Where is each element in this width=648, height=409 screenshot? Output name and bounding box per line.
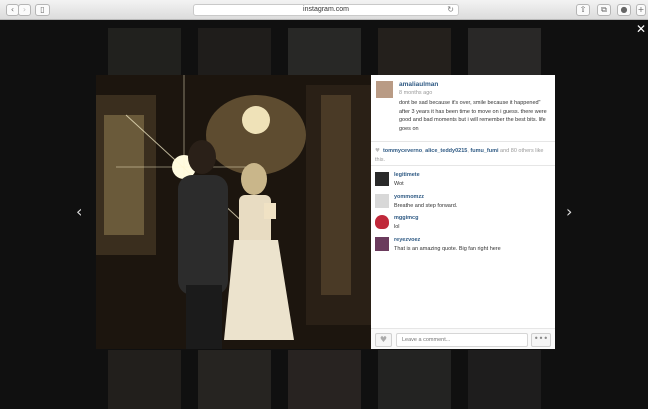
likes-and: and <box>498 148 511 154</box>
post-timestamp: 8 months ago <box>399 90 433 96</box>
comment-text: Wot <box>394 181 404 187</box>
comment-username[interactable]: mggimcg <box>394 215 418 221</box>
prev-arrow-icon[interactable]: ‹ <box>76 202 82 221</box>
like-button[interactable]: ♥ <box>375 333 392 347</box>
comment-item: legitimete Wot <box>375 172 553 196</box>
comment-text: Breathe and step forward. <box>394 203 458 209</box>
avatar[interactable] <box>376 81 393 98</box>
divider <box>371 165 555 166</box>
new-tab-icon[interactable]: + <box>636 4 646 16</box>
comment-bar: ♥ ••• <box>371 328 555 349</box>
liker-name[interactable]: alice_teddy0215 <box>425 148 467 154</box>
more-options-button[interactable]: ••• <box>531 333 551 347</box>
divider <box>371 141 555 142</box>
browser-toolbar: ‹ › ▯ instagram.com ↻ ⇧ ⧉ ● + <box>0 0 648 20</box>
address-bar[interactable]: instagram.com ↻ <box>193 4 459 16</box>
share-icon[interactable]: ⇧ <box>576 4 590 16</box>
owner-username[interactable]: amaliaulman <box>399 81 438 88</box>
comment-text: lol <box>394 224 400 230</box>
post-caption: dont be sad because it's over, smile bec… <box>399 100 547 132</box>
liker-name[interactable]: tommyceverno <box>383 148 422 154</box>
comment-text: That is an amazing quote. Big fan right … <box>394 246 501 252</box>
avatar[interactable] <box>375 215 389 229</box>
reload-icon[interactable]: ↻ <box>447 5 454 15</box>
tabs-icon[interactable]: ⧉ <box>597 4 611 16</box>
avatar[interactable] <box>375 172 389 186</box>
address-text: instagram.com <box>303 6 349 13</box>
likes-summary: ♥ tommyceverno, alice_teddy0215, fumu_fum… <box>375 148 544 163</box>
close-icon[interactable]: ✕ <box>636 22 646 36</box>
next-arrow-icon[interactable]: › <box>566 202 572 221</box>
comment-item: reyezvoez That is an amazing quote. Big … <box>375 237 553 261</box>
comment-item: mggimcg lol <box>375 215 553 239</box>
avatar[interactable] <box>375 237 389 251</box>
comment-username[interactable]: yommomzz <box>394 194 424 200</box>
forward-button[interactable]: › <box>18 4 31 16</box>
sidebar-toggle-icon[interactable]: ▯ <box>35 4 50 16</box>
post-details-panel: amaliaulman 8 months ago dont be sad bec… <box>371 75 555 349</box>
heart-icon: ♥ <box>375 148 380 154</box>
avatar[interactable] <box>375 194 389 208</box>
comment-username[interactable]: legitimete <box>394 172 420 178</box>
liker-name[interactable]: fumu_fumi <box>470 148 498 154</box>
comment-username[interactable]: reyezvoez <box>394 237 420 243</box>
download-icon[interactable]: ● <box>617 4 631 16</box>
post-photo <box>96 75 371 349</box>
comment-input[interactable] <box>396 333 528 347</box>
